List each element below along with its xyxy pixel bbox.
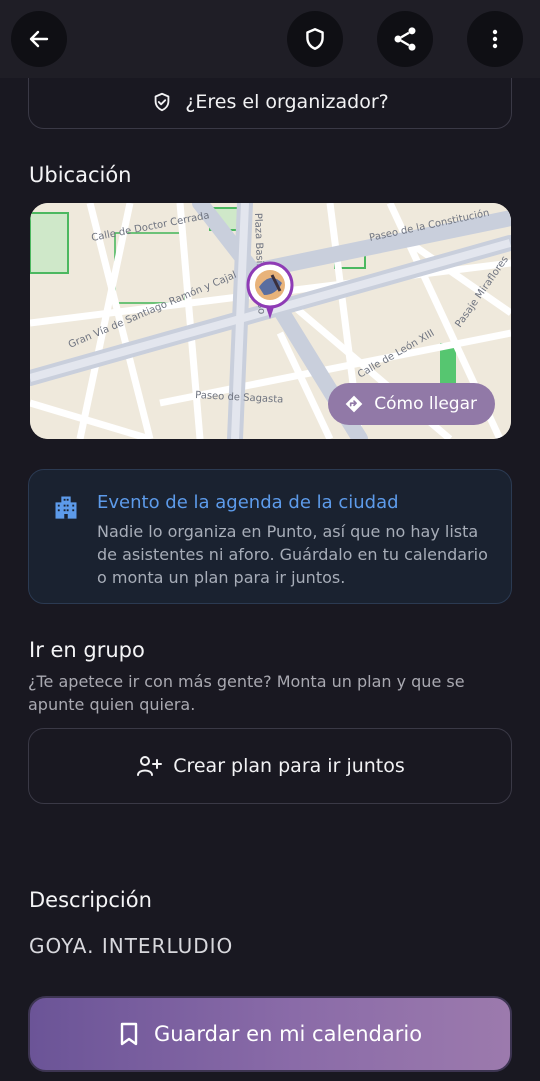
description-title: Descripción	[29, 888, 152, 912]
top-app-bar	[0, 0, 540, 78]
group-subtitle: ¿Te apetece ir con más gente? Monta un p…	[28, 672, 465, 714]
location-map[interactable]: Calle de Doctor Cerrada Gran Vía de Sant…	[30, 203, 511, 439]
directions-label: Cómo llegar	[374, 394, 477, 414]
city-event-title: Evento de la agenda de la ciudad	[97, 492, 399, 513]
shield-check-icon	[154, 92, 170, 111]
add-user-icon	[137, 756, 163, 776]
location-title: Ubicación	[29, 163, 132, 187]
save-to-calendar-button[interactable]: Guardar en mi calendario	[28, 996, 512, 1072]
share-icon	[394, 27, 416, 51]
description-text: GOYA. INTERLUDIO	[29, 934, 234, 958]
city-event-body: Nadie lo organiza en Punto, así que no h…	[97, 522, 488, 587]
safety-button[interactable]	[287, 11, 343, 67]
create-plan-label: Crear plan para ir juntos	[173, 755, 405, 777]
bookmark-icon	[120, 1022, 138, 1046]
create-plan-button[interactable]: Crear plan para ir juntos	[28, 728, 512, 804]
group-title: Ir en grupo	[29, 638, 145, 662]
save-to-calendar-label: Guardar en mi calendario	[153, 1022, 423, 1046]
building-icon	[55, 496, 77, 519]
directions-button[interactable]: Cómo llegar	[328, 383, 495, 425]
directions-icon	[345, 395, 363, 413]
city-event-card: Evento de la agenda de la ciudad Nadie l…	[28, 469, 512, 604]
organizer-claim-label: ¿Eres el organizador?	[185, 90, 389, 113]
more-options-button[interactable]	[467, 11, 523, 67]
back-button[interactable]	[11, 11, 67, 67]
shield-icon	[306, 28, 324, 50]
more-vertical-icon	[492, 29, 498, 49]
arrow-left-icon	[29, 30, 49, 48]
share-button[interactable]	[377, 11, 433, 67]
